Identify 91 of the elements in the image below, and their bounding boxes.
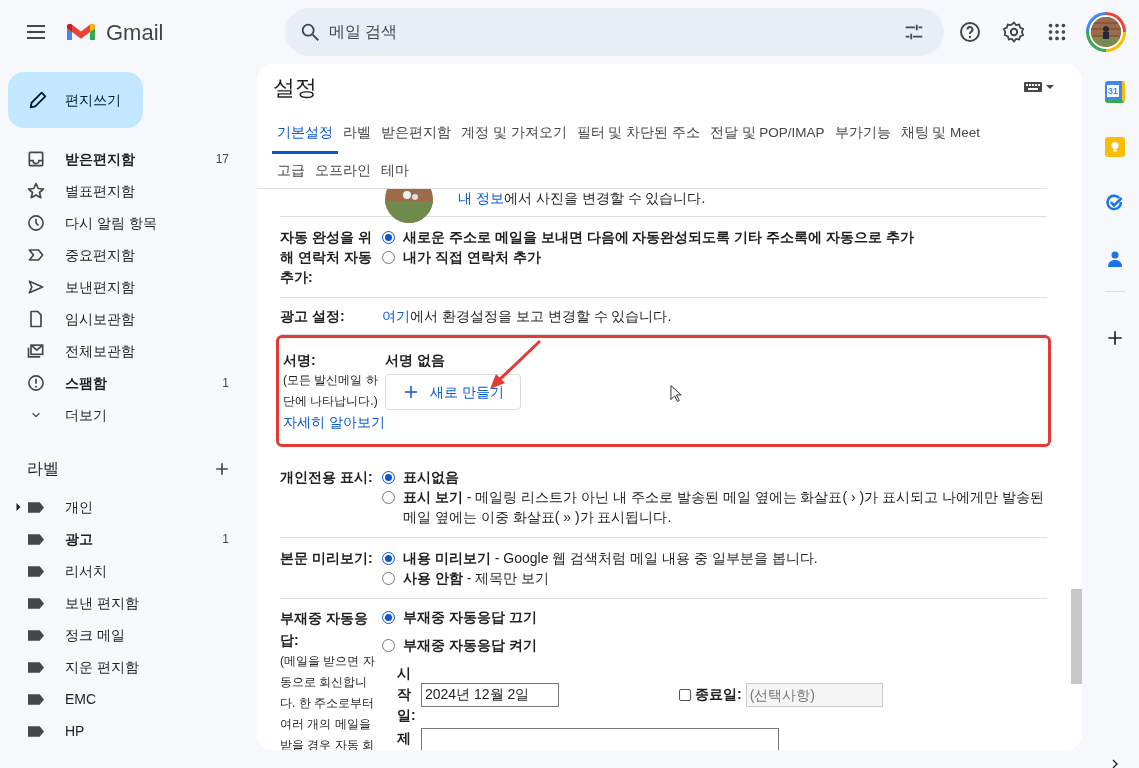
clock-icon [26, 213, 46, 233]
setting-label: 부재중 자동응답: [280, 609, 369, 650]
section-title: 라벨 [27, 459, 60, 479]
unread-count: 1 [222, 375, 229, 392]
apps-icon[interactable] [1046, 21, 1068, 43]
link[interactable]: 여기 [382, 308, 410, 324]
nav-item[interactable]: 임시보관함 [0, 303, 257, 335]
setting-label: 서명: [283, 351, 317, 370]
search-icon[interactable] [299, 21, 321, 43]
setting-label: 광고 설정: [280, 307, 346, 326]
help-icon[interactable] [958, 20, 982, 44]
nav-item[interactable]: 보낸편지함 [0, 271, 257, 303]
setting-label: 개인전용 표시: [280, 468, 374, 487]
star-icon [26, 181, 46, 201]
nav-item[interactable]: 전체보관함 [0, 335, 257, 367]
setting-text: 내 정보에서 사진을 변경할 수 있습니다. [458, 189, 706, 208]
page-title: 설정 [273, 73, 318, 102]
compose-button[interactable]: 편지쓰기 [8, 72, 143, 128]
option-label: 부재중 자동응답 끄기 [403, 608, 537, 627]
label-item[interactable]: 보낸 편지함 [0, 587, 257, 619]
label-tag-icon [28, 501, 44, 513]
search-input[interactable]: 메일 검색 [329, 20, 903, 44]
label-item[interactable]: EMC [0, 683, 257, 715]
setting-note: (모든 발신메일 하단에 나타납니다.) [283, 372, 379, 410]
expand-arrow-icon[interactable] [16, 503, 21, 511]
option-label: 표시 보기 - 메일링 리스트가 아닌 내 주소로 발송된 메일 옆에는 화살표( › )가 표시되고 나에게만 발송된 메일 옆에는 이중 화살표( » )가 표시됩니다. [403, 488, 1045, 527]
app-name: Gmail [106, 18, 164, 47]
option-label: 내용 미리보기 - Google 웹 검색처럼 메일 내용 중 일부분을 봅니다. [403, 549, 818, 568]
signature-status: 서명 없음 [385, 351, 445, 370]
checkbox[interactable] [679, 688, 691, 701]
setting-label: 본문 미리보기: [280, 549, 374, 568]
settings-tab[interactable]: 전달 및 POP/IMAP [704, 112, 830, 154]
settings-icon[interactable] [1002, 20, 1026, 44]
label-item[interactable]: 광고 1 [0, 523, 257, 555]
nav-item[interactable]: 더보기 [0, 399, 257, 431]
nav-item[interactable]: 다시 알림 항목 [0, 207, 257, 239]
settings-tab[interactable]: 채팅 및 Meet [895, 112, 986, 154]
unread-count: 1 [222, 531, 229, 548]
send-icon [26, 277, 46, 297]
label-item[interactable]: 리서치 [0, 555, 257, 587]
settings-tab[interactable]: 라벨 [338, 112, 376, 154]
option-label: 부재중 자동응답 켜기 [403, 636, 537, 655]
calendar-icon[interactable]: 31 [1104, 81, 1125, 103]
field-label: 종료일: [695, 685, 742, 704]
scrollbar-thumb[interactable] [1071, 589, 1082, 684]
keyboard-dropdown-icon[interactable] [1024, 81, 1054, 93]
date-field[interactable]: 2024년 12월 2일 [421, 682, 559, 707]
label-item[interactable]: 지운 편지함 [0, 651, 257, 683]
option-label: 사용 안함 - 제목만 보기 [403, 569, 550, 588]
inbox-icon [26, 149, 46, 169]
setting-text: 여기 에서 환경설정을 보고 변경할 수 있습니다. [382, 307, 672, 326]
create-new-button[interactable]: 새로 만들기 [385, 374, 521, 410]
nav-item[interactable]: 별표편지함 [0, 175, 257, 207]
pencil-icon [27, 89, 49, 111]
label-item[interactable]: 정크 메일 [0, 619, 257, 651]
settings-tab[interactable]: 고급 [272, 154, 310, 188]
label-tag-icon [28, 661, 44, 673]
settings-tab[interactable]: 계정 및 가져오기 [456, 112, 572, 154]
settings-tab[interactable]: 테마 [376, 154, 414, 188]
label-tag-icon [28, 533, 44, 545]
settings-tab[interactable]: 받은편지함 [376, 112, 456, 154]
label-tag-icon [28, 725, 44, 737]
nav-item[interactable]: 중요편지함 [0, 239, 257, 271]
account-avatar[interactable] [1086, 12, 1126, 52]
nav-item[interactable]: 받은편지함 17 [0, 143, 257, 175]
field-label: 제 [397, 729, 411, 748]
mail-stack-icon [26, 341, 46, 361]
learn-more-link[interactable]: 자세히 알아보기 [283, 412, 385, 432]
nav-item[interactable]: 스팸함 1 [0, 367, 257, 399]
settings-tab[interactable]: 필터 및 차단된 주소 [571, 112, 705, 154]
label-tag-icon [28, 693, 44, 705]
unread-count: 17 [215, 151, 229, 168]
label-tag-icon [28, 629, 44, 641]
search-field[interactable]: 메일 검색 [285, 8, 944, 56]
settings-tab[interactable]: 부가기능 [829, 112, 896, 154]
option-label: 새로운 주소로 메일을 보내면 다음에 자동완성되도록 기타 주소록에 자동으로 추가 [403, 228, 914, 247]
cursor-icon [670, 384, 683, 404]
setting-note: (메일을 받으면 자동으로 회신합니다. 한 주소로부터 여러 개의 메일을 받을 경우 자동 회 [280, 653, 376, 750]
settings-tab[interactable]: 기본설정 [272, 112, 338, 154]
option-label: 표시없음 [403, 468, 459, 487]
warning-icon [26, 373, 46, 393]
label-item[interactable]: 개인 [0, 491, 257, 523]
plus-icon [402, 383, 420, 401]
label-tag-icon [28, 565, 44, 577]
setting-label: 자동 완성을 위해 연락처 자동 추가: [280, 228, 373, 287]
option-label: 내가 직접 연락처 추가 [403, 248, 541, 267]
checkmark-circle-icon[interactable] [1104, 193, 1125, 213]
label-item[interactable]: HP [0, 715, 257, 747]
settings-tab[interactable]: 오프라인 [310, 154, 376, 188]
label-tag-icon [28, 597, 44, 609]
link[interactable]: 내 정보 [458, 190, 504, 206]
